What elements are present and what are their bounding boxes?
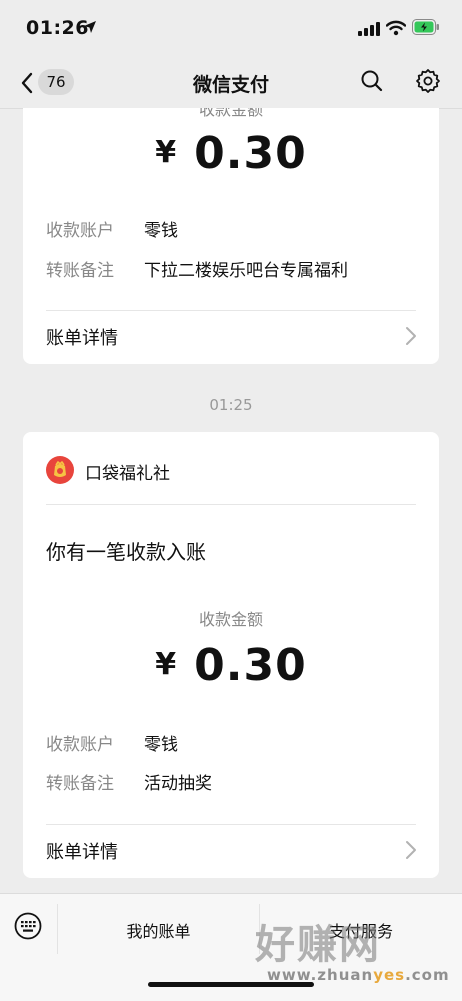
bill-details-link[interactable]: 账单详情 xyxy=(46,838,118,864)
amount-display: ¥0.30 xyxy=(23,128,439,179)
watermark-logo: 好赚网 www.zhuanyes.com xyxy=(255,912,455,992)
account-row: 收款账户 零钱 xyxy=(46,216,178,241)
message-timestamp: 01:25 xyxy=(209,396,253,414)
status-time: 01:26 xyxy=(26,17,89,39)
page-title: 微信支付 xyxy=(192,74,269,96)
remark-value: 活动抽奖 xyxy=(144,774,212,794)
remark-key: 转账备注 xyxy=(46,261,114,281)
account-row: 收款账户 零钱 xyxy=(46,730,178,755)
divider xyxy=(46,310,416,311)
fortune-bag-icon xyxy=(46,456,74,484)
chevron-right-icon[interactable] xyxy=(405,840,417,860)
divider xyxy=(46,824,416,825)
my-bills-menu[interactable]: 我的账单 xyxy=(58,918,259,942)
bill-details-link[interactable]: 账单详情 xyxy=(46,324,118,350)
bottom-menu-bar: 我的账单 支付服务 好赚网 www.zhuanyes.com xyxy=(0,893,462,1001)
wifi-icon xyxy=(386,20,406,36)
currency-symbol: ¥ xyxy=(155,647,177,682)
remark-row: 转账备注 下拉二楼娱乐吧台专属福利 xyxy=(46,256,348,281)
account-key: 收款账户 xyxy=(46,221,114,241)
remark-value: 下拉二楼娱乐吧台专属福利 xyxy=(144,261,348,281)
location-arrow-icon xyxy=(84,21,96,33)
amount-value: 0.30 xyxy=(194,640,307,691)
amount-display: ¥0.30 xyxy=(23,640,439,691)
watermark-text: 好赚网 xyxy=(255,922,381,968)
account-value: 零钱 xyxy=(144,221,178,241)
merchant-name[interactable]: 口袋福礼社 xyxy=(85,459,170,484)
gear-icon[interactable] xyxy=(415,68,441,94)
search-icon[interactable] xyxy=(360,69,384,93)
notice-title: 你有一笔收款入账 xyxy=(46,540,206,564)
remark-key: 转账备注 xyxy=(46,774,114,794)
keyboard-icon[interactable] xyxy=(14,912,42,940)
chevron-right-icon[interactable] xyxy=(405,326,417,346)
payment-notice-card: 收款金额 ¥0.30 收款账户 零钱 转账备注 下拉二楼娱乐吧台专属福利 账单详情 xyxy=(23,108,439,364)
currency-symbol: ¥ xyxy=(155,135,177,170)
remark-row: 转账备注 活动抽奖 xyxy=(46,769,212,794)
signal-icon xyxy=(358,22,380,36)
battery-icon xyxy=(412,19,439,35)
amount-value: 0.30 xyxy=(194,128,307,179)
account-key: 收款账户 xyxy=(46,735,114,755)
home-indicator[interactable] xyxy=(148,982,314,987)
amount-label: 收款金额 xyxy=(198,610,263,629)
amount-label: 收款金额 xyxy=(198,108,263,119)
payment-notice-card: 口袋福礼社 你有一笔收款入账 收款金额 ¥0.30 收款账户 零钱 转账备注 活动抽… xyxy=(23,432,439,878)
status-bar: 01:26 xyxy=(0,0,462,56)
divider xyxy=(46,504,416,505)
account-value: 零钱 xyxy=(144,735,178,755)
navigation-bar: 76 微信支付 xyxy=(0,56,462,109)
